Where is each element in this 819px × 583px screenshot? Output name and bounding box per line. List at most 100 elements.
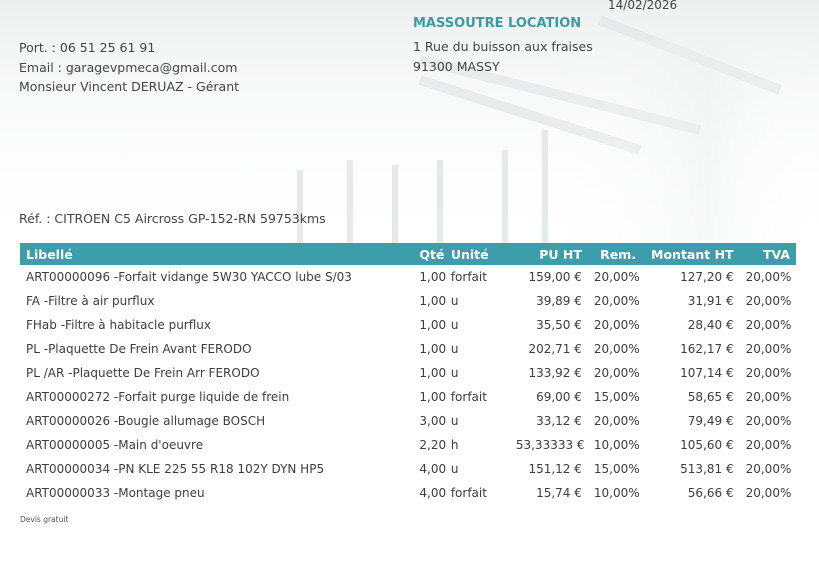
header-qte: Qté	[419, 246, 445, 262]
items-table: Libellé Qté Unité PU HT Rem. Montant HT …	[20, 243, 796, 505]
cell-libelle: PL -Plaquette De Frein Avant FERODO	[26, 342, 252, 356]
cell-unite: u	[450, 414, 459, 428]
cell-pu-ht: 39,89 €	[536, 294, 582, 308]
cell-montant-ht: 28,40 €	[687, 318, 734, 332]
cell-remise: 15,00%	[593, 390, 640, 404]
client-name: MASSOUTRE LOCATION	[413, 16, 582, 31]
cell-qte: 1,00	[419, 270, 447, 284]
cell-tva: 20,00%	[745, 462, 792, 476]
cell-montant-ht: 79,49 €	[687, 414, 734, 428]
cell-remise: 10,00%	[593, 438, 640, 452]
cell-tva: 20,00%	[745, 438, 792, 452]
cell-pu-ht: 33,12 €	[536, 414, 582, 428]
cell-unite: u	[450, 318, 459, 332]
cell-unite: u	[450, 366, 459, 380]
cell-remise: 15,00%	[593, 462, 640, 476]
cell-tva: 20,00%	[745, 414, 792, 428]
table-row: ART00000096 -Forfait vidange 5W30 YACCO …	[20, 265, 796, 289]
table-header-row: Libellé Qté Unité PU HT Rem. Montant HT …	[20, 243, 796, 265]
cell-remise: 20,00%	[593, 366, 640, 380]
cell-pu-ht: 15,74 €	[536, 486, 582, 500]
cell-libelle: PL /AR -Plaquette De Frein Arr FERODO	[26, 366, 260, 380]
cell-remise: 20,00%	[593, 342, 640, 356]
cell-remise: 20,00%	[593, 318, 640, 332]
client-address-line1: 1 Rue du buisson aux fraises	[413, 39, 593, 54]
table-row: ART00000033 -Montage pneu 4,00 forfait 15,7…	[20, 481, 796, 505]
cell-qte: 2,20	[419, 438, 447, 452]
cell-qte: 1,00	[419, 390, 447, 404]
cell-libelle: ART00000005 -Main d'oeuvre	[26, 438, 204, 452]
cell-tva: 20,00%	[745, 270, 792, 284]
table-row: PL /AR -Plaquette De Frein Arr FERODO 1,0…	[20, 361, 796, 385]
cell-remise: 20,00%	[593, 270, 640, 284]
table-row: ART00000272 -Forfait purge liquide de fr…	[20, 385, 796, 409]
cell-tva: 20,00%	[745, 294, 792, 308]
cell-qte: 4,00	[419, 462, 447, 476]
cell-tva: 20,00%	[745, 342, 792, 356]
sender-contact-block: Port. : 06 51 25 61 91 Email : garagevpm…	[19, 38, 239, 97]
cell-unite: forfait	[450, 390, 487, 404]
sender-phone: Port. : 06 51 25 61 91	[19, 40, 156, 55]
client-address-line2: 91300 MASSY	[413, 58, 500, 74]
cell-remise: 20,00%	[593, 414, 640, 428]
cell-pu-ht: 151,12 €	[528, 462, 582, 476]
table-row: FHab -Filtre à habitacle purflux 1,00 u 35,…	[20, 313, 796, 337]
cell-unite: u	[450, 294, 459, 308]
cell-pu-ht: 202,71 €	[528, 342, 582, 356]
cell-montant-ht: 56,66 €	[687, 486, 734, 500]
table-row: PL -Plaquette De Frein Avant FERODO 1,00 u…	[20, 337, 796, 361]
cell-unite: u	[450, 462, 459, 476]
footer-note: Devis gratuit	[20, 515, 69, 524]
header-remise: Rem.	[600, 246, 637, 262]
table-row: ART00000026 -Bougie allumage BOSCH 3,00 u 3…	[20, 409, 796, 433]
header-tva: TVA	[762, 246, 790, 262]
cell-montant-ht: 162,17 €	[680, 342, 734, 356]
cell-tva: 20,00%	[745, 486, 792, 500]
header-unite: Unité	[450, 246, 489, 262]
cell-qte: 1,00	[419, 318, 447, 332]
cell-tva: 20,00%	[745, 366, 792, 380]
cell-libelle: ART00000096 -Forfait vidange 5W30 YACCO …	[26, 270, 352, 284]
cell-montant-ht: 58,65 €	[687, 390, 734, 404]
cell-unite: forfait	[450, 486, 487, 500]
cell-montant-ht: 513,81 €	[680, 462, 734, 476]
cell-libelle: ART00000026 -Bougie allumage BOSCH	[26, 414, 266, 428]
table-row: FA -Filtre à air purflux 1,00 u 39,89 € 20,0…	[20, 289, 796, 313]
cell-libelle: ART00000034 -PN KLE 225 55 R18 102Y DYN …	[26, 462, 325, 476]
header-pu-ht: PU HT	[539, 246, 582, 262]
cell-libelle: ART00000033 -Montage pneu	[26, 486, 205, 500]
cell-pu-ht: 69,00 €	[536, 390, 582, 404]
cell-libelle: FHab -Filtre à habitacle purflux	[26, 318, 211, 332]
cell-montant-ht: 127,20 €	[680, 270, 734, 284]
table-row: ART00000005 -Main d'oeuvre 2,20 h 53,33333 …	[20, 433, 796, 457]
cell-pu-ht: 35,50 €	[536, 318, 582, 332]
cell-tva: 20,00%	[745, 390, 792, 404]
cell-qte: 1,00	[419, 342, 447, 356]
cell-qte: 1,00	[419, 366, 447, 380]
cell-qte: 4,00	[419, 486, 447, 500]
cell-qte: 3,00	[419, 414, 447, 428]
cell-unite: h	[450, 438, 459, 452]
sender-email: Email : garagevpmeca@gmail.com	[19, 59, 238, 75]
cell-pu-ht: 159,00 €	[528, 270, 582, 284]
sender-manager: Monsieur Vincent DERUAZ - Gérant	[19, 79, 240, 94]
cell-montant-ht: 31,91 €	[687, 294, 734, 308]
client-block: MASSOUTRE LOCATION 1 Rue du buisson aux …	[413, 14, 593, 76]
cell-montant-ht: 107,14 €	[680, 366, 734, 380]
cell-tva: 20,00%	[745, 318, 792, 332]
table-row: ART00000034 -PN KLE 225 55 R18 102Y DYN …	[20, 457, 796, 481]
document-date: 14/02/2026	[608, 0, 678, 12]
cell-montant-ht: 105,60 €	[680, 438, 734, 452]
cell-libelle: ART00000272 -Forfait purge liquide de fr…	[26, 390, 290, 404]
cell-libelle: FA -Filtre à air purflux	[26, 294, 155, 308]
cell-unite: forfait	[450, 270, 487, 284]
cell-pu-ht: 133,92 €	[528, 366, 582, 380]
items-table-body: ART00000096 -Forfait vidange 5W30 YACCO …	[20, 265, 796, 505]
header-libelle: Libellé	[26, 246, 73, 262]
vehicle-reference: Réf. : CITROEN C5 Aircross GP-152-RN 597…	[19, 211, 326, 226]
cell-unite: u	[450, 342, 459, 356]
header-montant-ht: Montant HT	[651, 246, 734, 262]
cell-qte: 1,00	[419, 294, 447, 308]
cell-pu-ht: 53,33333 €	[515, 438, 585, 452]
cell-remise: 10,00%	[593, 486, 640, 500]
